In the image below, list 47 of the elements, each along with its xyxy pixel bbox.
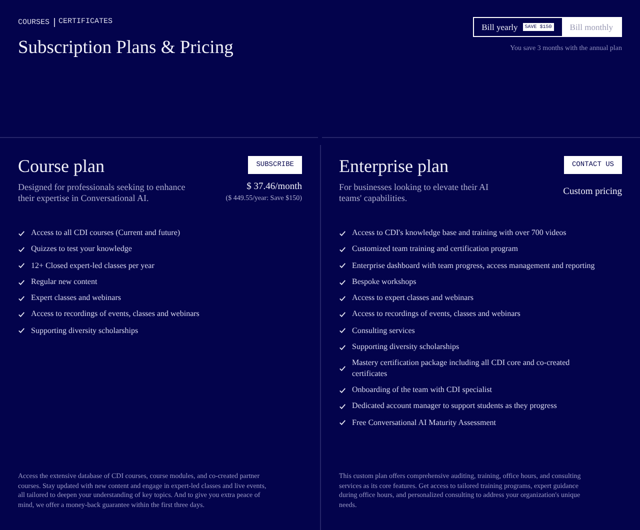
feature-text: Expert classes and webinars bbox=[31, 293, 121, 304]
plan-description: Designed for professionals seeking to enhance their expertise in Conversational AI. bbox=[18, 182, 186, 204]
feature-text: Enterprise dashboard with team progress, access management and reporting bbox=[352, 260, 595, 271]
feature-text: Access to expert classes and webinars bbox=[352, 293, 474, 304]
checkmark-icon bbox=[339, 344, 346, 351]
checkmark-icon bbox=[339, 327, 346, 334]
feature-text: Regular new content bbox=[31, 276, 98, 288]
feature-text: Customized team training and certification program bbox=[352, 244, 518, 255]
feature-text: 12+ Closed expert-led classes per year bbox=[31, 260, 154, 271]
checkmark-icon bbox=[339, 311, 346, 318]
plan-price: Custom pricing bbox=[563, 187, 622, 197]
page-title: Subscription Plans & Pricing bbox=[18, 38, 234, 59]
feature-text: Quizzes to test your knowledge bbox=[31, 244, 132, 255]
feature-text: Access to CDI's knowledge base and training with over 700 videos bbox=[352, 228, 566, 238]
feature-text: Free Conversational AI Maturity Assessment bbox=[352, 418, 496, 428]
checkmark-icon bbox=[339, 230, 346, 237]
billing-option-label: Bill yearly bbox=[482, 22, 518, 32]
plan-title: Course plan bbox=[18, 155, 104, 177]
feature-text: Supporting diversity scholarships bbox=[31, 326, 138, 336]
checkmark-icon bbox=[339, 365, 346, 372]
checkmark-icon bbox=[339, 402, 346, 410]
feature-text: Onboarding of the team with CDI specialist bbox=[352, 384, 492, 396]
checkmark-icon bbox=[18, 294, 25, 302]
checkmark-icon bbox=[339, 246, 346, 253]
checkmark-icon bbox=[18, 327, 25, 334]
feature-text: Access to all CDI courses (Current and future) bbox=[31, 228, 180, 238]
feature-text: Mastery certification package including all CDI core and co-created certificates bbox=[352, 358, 571, 379]
checkmark-icon bbox=[339, 419, 346, 426]
checkmark-icon bbox=[18, 246, 25, 253]
feature-text: Dedicated account manager to support students as they progress bbox=[352, 401, 557, 412]
plan-title: Enterprise plan bbox=[339, 155, 448, 177]
feature-text: Access to recordings of events, classes and webinars bbox=[352, 309, 520, 320]
checkmark-icon bbox=[339, 278, 346, 286]
checkmark-icon bbox=[18, 311, 25, 318]
checkmark-icon bbox=[18, 278, 25, 286]
checkmark-icon bbox=[339, 386, 346, 394]
checkmark-icon bbox=[339, 294, 346, 302]
feature-text: Access to recordings of events, classes and webinars bbox=[31, 309, 200, 320]
checkmark-icon bbox=[18, 262, 25, 270]
billing-option-label: Bill monthly bbox=[570, 22, 613, 32]
plan-price: $ 37.46/month bbox=[246, 182, 302, 192]
plan-description: For businesses looking to elevate their AI teams' capabilities. bbox=[339, 182, 490, 204]
checkmark-icon bbox=[18, 230, 25, 237]
feature-text: Bespoke workshops bbox=[352, 276, 416, 288]
feature-text: Consulting services bbox=[352, 326, 415, 336]
feature-text: Supporting diversity scholarships bbox=[352, 342, 460, 352]
checkmark-icon bbox=[339, 262, 346, 270]
